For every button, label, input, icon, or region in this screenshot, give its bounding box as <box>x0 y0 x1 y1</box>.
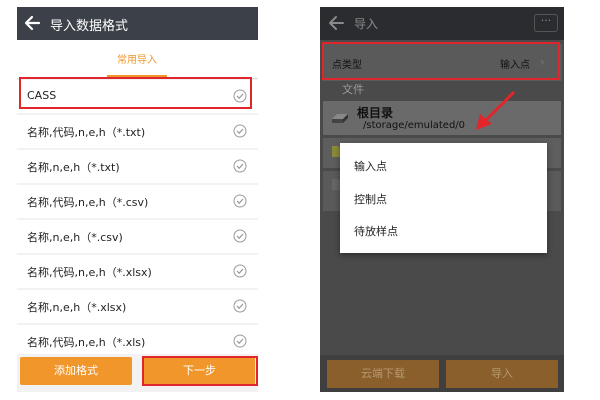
left-header: 导入数据格式 <box>17 7 258 40</box>
format-label: 名称,n,e,h（*.csv) <box>27 231 123 244</box>
right-header: 导入 ··· <box>320 7 564 40</box>
format-label: 名称,n,e,h（*.xlsx) <box>27 301 127 314</box>
point-type-label: 点类型 <box>332 60 362 71</box>
check-circle-icon <box>233 194 247 208</box>
add-format-button[interactable]: 添加格式 <box>20 357 132 385</box>
back-arrow-icon[interactable] <box>24 13 42 33</box>
check-circle-icon <box>233 124 247 138</box>
check-circle-icon <box>233 229 247 243</box>
next-step-button[interactable]: 下一步 <box>144 357 255 385</box>
format-label: 名称,代码,n,e,h（*.txt) <box>27 126 146 139</box>
format-label: 名称,n,e,h（*.txt) <box>27 161 120 174</box>
popup-option-stakeout-point[interactable]: 待放样点 <box>354 223 398 239</box>
tab-common-import[interactable]: 常用导入 <box>117 51 157 66</box>
check-circle-icon <box>233 264 247 278</box>
back-arrow-icon[interactable] <box>328 13 346 33</box>
format-row[interactable]: 名称,代码,n,e,h（*.xlsx) <box>17 255 258 288</box>
right-footer: 云端下载 导入 <box>320 355 564 392</box>
page-title: 导入数据格式 <box>50 19 129 34</box>
format-label: 名称,代码,n,e,h（*.xlsx) <box>27 266 152 279</box>
red-arrow-icon <box>476 90 516 130</box>
chevron-right-icon: › <box>540 55 545 69</box>
tab-bar: 常用导入 <box>17 40 258 79</box>
popup-option-input-point[interactable]: 输入点 <box>354 158 387 174</box>
format-row[interactable]: 名称,n,e,h（*.txt) <box>17 150 258 183</box>
check-circle-icon <box>233 299 247 313</box>
cloud-download-button[interactable]: 云端下载 <box>327 360 439 388</box>
format-row[interactable]: 名称,n,e,h（*.csv) <box>17 220 258 253</box>
left-footer: 添加格式 下一步 <box>17 354 258 392</box>
page-title: 导入 <box>354 17 379 31</box>
root-dir-path: /storage/emulated/0 <box>363 120 466 131</box>
format-row[interactable]: 名称,代码,n,e,h（*.csv) <box>17 185 258 218</box>
point-type-value: 输入点 <box>500 60 530 71</box>
point-type-popup: 输入点 控制点 待放样点 <box>340 143 547 253</box>
format-row[interactable]: 名称,代码,n,e,h（*.txt) <box>17 115 258 148</box>
format-label: 名称,代码,n,e,h（*.xls) <box>27 336 146 349</box>
root-directory-item[interactable]: 根目录 /storage/emulated/0 <box>323 101 561 135</box>
more-menu-button[interactable]: ··· <box>534 14 558 32</box>
format-row-cass[interactable]: CASS <box>17 80 258 113</box>
point-type-row[interactable]: 点类型 输入点 › <box>322 44 562 81</box>
root-dir-label: 根目录 <box>357 106 394 120</box>
check-circle-icon <box>233 334 247 348</box>
check-circle-icon <box>233 159 247 173</box>
tab-indicator <box>107 75 167 77</box>
format-label: CASS <box>27 89 57 102</box>
left-screen: 导入数据格式 常用导入 CASS 名称,代码,n,e,h（*.txt) 名称,n… <box>17 7 258 392</box>
file-section-label: 文件 <box>342 83 364 96</box>
storage-drive-icon <box>332 114 348 123</box>
format-label: 名称,代码,n,e,h（*.csv) <box>27 196 149 209</box>
format-row[interactable]: 名称,n,e,h（*.xlsx) <box>17 290 258 323</box>
popup-option-control-point[interactable]: 控制点 <box>354 191 387 207</box>
check-circle-icon <box>233 89 247 103</box>
import-button[interactable]: 导入 <box>446 360 558 388</box>
